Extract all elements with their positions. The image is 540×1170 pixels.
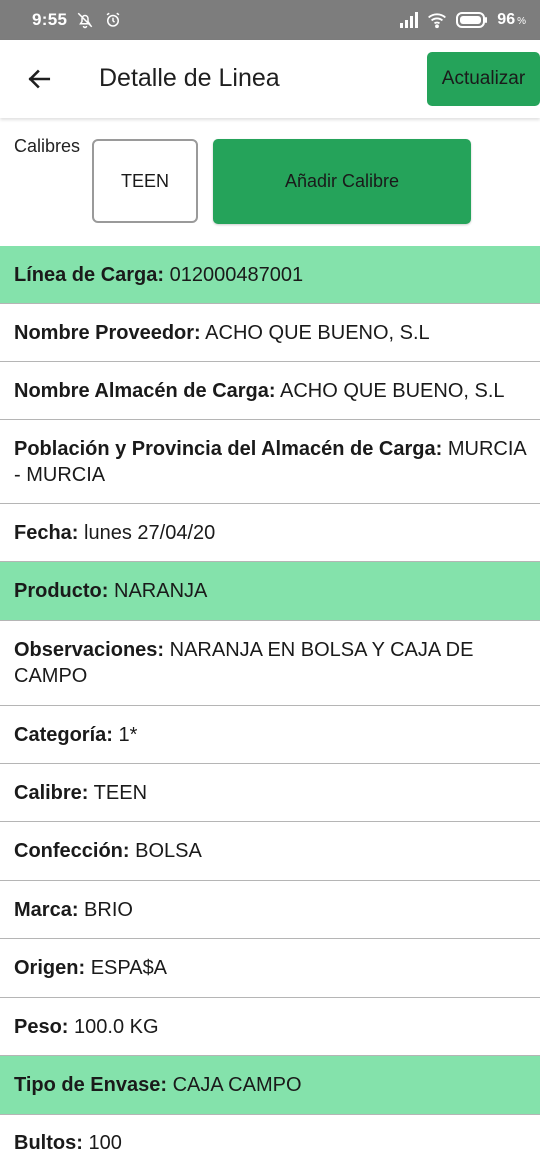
detail-label: Origen: [14,957,86,979]
detail-value: TEEN [93,781,148,804]
detail-row-tipo-envase: Tipo de Envase: CAJA CAMPO [0,1056,540,1115]
battery-unit: % [517,16,526,27]
detail-row-marca: Marca: BRIO [0,881,540,939]
detail-label: Nombre Proveedor: [14,321,201,344]
page-title: Detalle de Linea [99,64,280,92]
app-bar: Detalle de Linea Actualizar [0,40,540,118]
detail-value: 1* [118,723,138,746]
detail-value: NARANJA [114,580,208,602]
calibres-label: Calibres [14,136,81,156]
detail-label: Producto: [14,580,109,602]
detail-label: Fecha: [14,521,79,544]
detail-row-categoria: Categoría: 1* [0,706,540,764]
detail-value: 100 [88,1131,122,1154]
detail-value: ACHO QUE BUENO, S.L [280,379,505,402]
detail-label: Bultos: [14,1131,83,1154]
status-bar: 9:55 96% [0,0,540,40]
detail-value: BOLSA [135,840,202,862]
detail-value: BRIO [84,898,133,921]
detail-label: Tipo de Envase: [14,1074,168,1096]
detail-label: Peso: [14,1015,69,1038]
detail-row-fecha: Fecha: lunes 27/04/20 [0,504,540,562]
status-time: 9:55 [32,10,68,29]
add-calibre-button[interactable]: Añadir Calibre [213,139,471,224]
detail-row-confeccion: Confección: BOLSA [0,822,540,881]
detail-label: Observaciones: [14,639,165,661]
detail-label: Calibre: [14,781,89,804]
detail-row-poblacion: Población y Provincia del Almacén de Car… [0,420,540,504]
wifi-icon [427,10,447,30]
detail-row-producto: Producto: NARANJA [0,562,540,621]
detail-row-proveedor: Nombre Proveedor: ACHO QUE BUENO, S.L [0,304,540,362]
detail-row-peso: Peso: 100.0 KG [0,998,540,1056]
detail-row-almacen: Nombre Almacén de Carga: ACHO QUE BUENO,… [0,362,540,420]
detail-value: 012000487001 [169,263,304,286]
detail-row-observaciones: Observaciones: NARANJA EN BOLSA Y CAJA D… [0,621,540,706]
detail-label: Población y Provincia del Almacén de Car… [14,437,443,460]
alarm-icon [103,10,123,30]
arrow-back-icon [28,69,51,89]
battery-icon [455,10,489,30]
status-left: 9:55 [32,10,123,30]
detail-label: Línea de Carga: [14,263,165,286]
battery-percent: 96 [497,11,516,28]
detail-label: Marca: [14,898,79,921]
status-right: 96% [399,10,526,30]
detail-value: 100.0 KG [74,1015,159,1038]
detail-label: Nombre Almacén de Carga: [14,379,276,402]
detail-row-linea-carga: Línea de Carga: 012000487001 [0,246,540,304]
notifications-off-icon [75,10,95,30]
signal-icon [399,10,419,30]
detail-value: ACHO QUE BUENO, S.L [205,321,430,344]
detail-row-calibre: Calibre: TEEN [0,764,540,822]
detail-row-origen: Origen: ESPA$A [0,939,540,998]
detail-label: Confección: [14,840,130,862]
detail-label: Categoría: [14,723,113,746]
back-button[interactable] [22,62,56,96]
detail-value: CAJA CAMPO [172,1074,302,1096]
update-button[interactable]: Actualizar [427,52,540,106]
detail-value: ESPA$A [90,957,168,979]
calibre-chip[interactable]: TEEN [92,139,198,223]
detail-value: lunes 27/04/20 [84,521,216,544]
detail-row-bultos: Bultos: 100 [0,1115,540,1170]
